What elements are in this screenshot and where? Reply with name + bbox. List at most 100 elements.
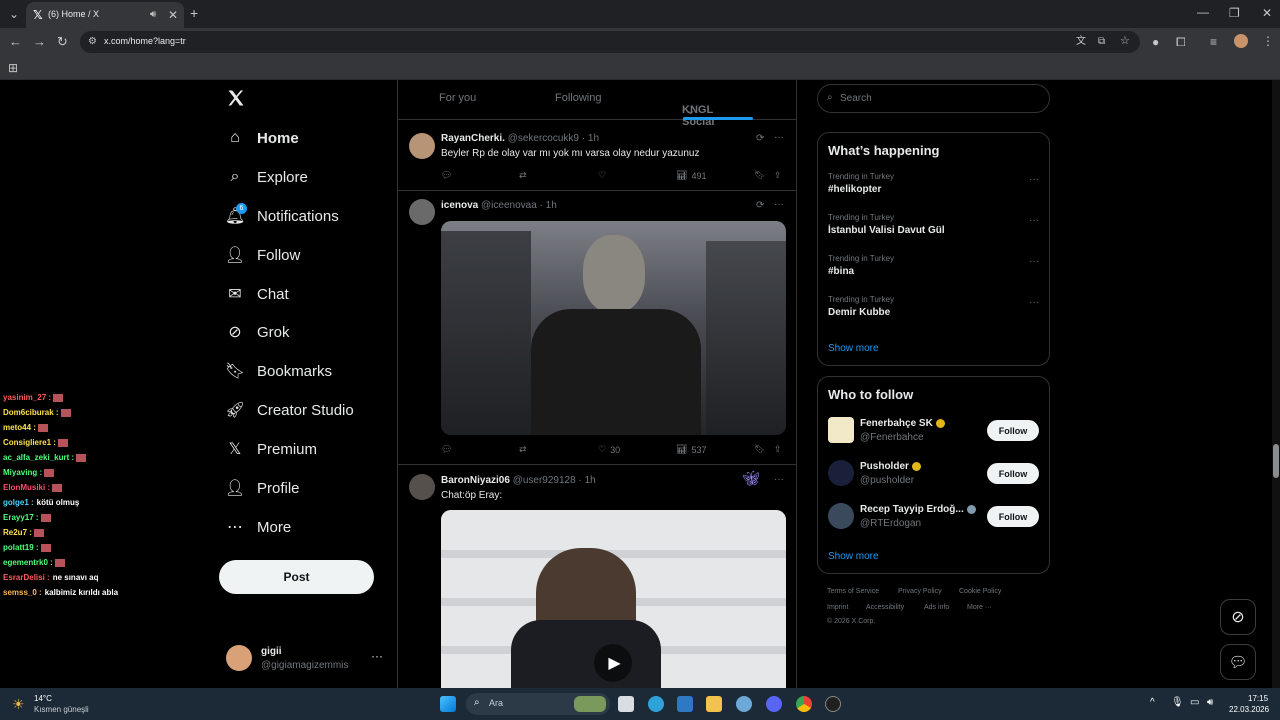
clock-time[interactable]: 17:15: [1248, 694, 1268, 703]
bookmark-icon[interactable]: 🔖︎: [754, 444, 765, 455]
weather-desc[interactable]: Kısmen güneşli: [34, 705, 89, 714]
tweet-author-name[interactable]: RayanCherki.: [441, 133, 505, 144]
tweet-image[interactable]: [441, 221, 786, 435]
bookmark-icon[interactable]: 🔖︎: [754, 170, 765, 181]
weather-temp[interactable]: 14°C: [34, 694, 52, 703]
clock-date[interactable]: 22.03.2026: [1229, 705, 1269, 714]
nav-item-premium[interactable]: 𝕏 Premium: [226, 434, 317, 464]
play-button[interactable]: ▶: [594, 644, 632, 682]
tweet-author-name[interactable]: BaronNiyazi06: [441, 475, 510, 486]
url-field[interactable]: ⚙ x.com/home?lang=tr 文 ⧉ ☆: [80, 31, 1140, 53]
tweet-time[interactable]: 1h: [588, 133, 599, 144]
account-more-icon[interactable]: ···: [371, 649, 383, 663]
nav-item-profile[interactable]: 👤︎ Profile: [225, 473, 300, 503]
trend-name[interactable]: #bina: [828, 266, 854, 277]
minimize-icon[interactable]: —: [1197, 6, 1209, 18]
reply-icon[interactable]: 💬︎: [441, 444, 452, 455]
footer-link[interactable]: Ads info: [924, 604, 949, 611]
forward-icon[interactable]: →: [33, 35, 46, 48]
like-icon[interactable]: ♡: [598, 170, 606, 181]
volume-icon[interactable]: 🔊︎: [1207, 697, 1213, 708]
discord-icon[interactable]: [766, 696, 782, 712]
nav-item-notifications[interactable]: 🔔︎ 6 Notifications: [225, 201, 339, 231]
footer-link[interactable]: Imprint: [827, 604, 848, 611]
tray-chevron-icon[interactable]: ^: [1150, 697, 1155, 708]
views-stat[interactable]: 📊︎ 491: [676, 170, 706, 181]
like-stat[interactable]: ♡ 30: [598, 444, 620, 455]
trend-more-icon[interactable]: ···: [1029, 215, 1039, 226]
nav-item-home[interactable]: ⌂ Home: [226, 123, 299, 153]
install-icon[interactable]: ⧉: [1098, 36, 1105, 48]
tweet[interactable]: RayanCherki. @sekercocukk9 · 1h ⟳ ··· Be…: [398, 126, 796, 190]
wifi-icon[interactable]: ▭: [1190, 697, 1199, 708]
tweet[interactable]: BaronNiyazi06 @user929128 · 1h 🦋︎ ··· Ch…: [398, 465, 796, 688]
follow-button[interactable]: Follow: [987, 420, 1039, 441]
account-switcher[interactable]: gigii @gigiamagizemmis ···: [226, 644, 386, 674]
trend-more-icon[interactable]: ···: [1029, 297, 1039, 308]
speaker-icon[interactable]: 🔊︎: [150, 9, 156, 21]
reload-icon[interactable]: ↻: [57, 35, 68, 48]
trend-name[interactable]: İstanbul Valisi Davut Gül: [828, 225, 945, 236]
page-scrollbar[interactable]: [1272, 80, 1280, 688]
follow-name-row[interactable]: Fenerbahçe SK: [860, 418, 945, 429]
nav-item-follow[interactable]: 👤︎ Follow: [225, 240, 301, 270]
trend-name[interactable]: Demir Kubbe: [828, 307, 890, 318]
tweet-author-handle[interactable]: @iceenovaa: [481, 200, 537, 211]
grok-float-button[interactable]: ⊘: [1220, 599, 1256, 635]
trend-name[interactable]: #helikopter: [828, 184, 881, 195]
mic-icon[interactable]: 🎙︎: [1171, 697, 1184, 708]
tweet-avatar[interactable]: [409, 133, 435, 159]
tweet-avatar[interactable]: [409, 199, 435, 225]
follow-handle[interactable]: @Fenerbahce: [860, 432, 924, 443]
trend-more-icon[interactable]: ···: [1029, 174, 1039, 185]
nav-item-chat[interactable]: ✉ Chat: [226, 279, 288, 309]
follow-name-row[interactable]: Recep Tayyip Erdoğ...: [860, 504, 976, 515]
start-icon[interactable]: [440, 696, 456, 712]
edge-icon[interactable]: [648, 696, 664, 712]
app-dark-icon[interactable]: [825, 696, 841, 712]
nav-item-creator-studio[interactable]: 🚀︎ Creator Studio: [225, 395, 354, 425]
tab-search-icon[interactable]: ⌄: [9, 8, 19, 20]
follow-button[interactable]: Follow: [987, 463, 1039, 484]
apps-grid-icon[interactable]: ⊞: [8, 62, 18, 74]
nav-item-bookmarks[interactable]: 🔖︎ Bookmarks: [225, 356, 332, 386]
back-icon[interactable]: ←: [9, 35, 22, 48]
follow-avatar[interactable]: [828, 503, 854, 529]
browser-tab[interactable]: 𝕏 (6) Home / X 🔊︎ ✕: [26, 2, 184, 28]
footer-link[interactable]: More ···: [967, 604, 992, 611]
puzzle-icon[interactable]: ⧠: [1176, 36, 1186, 48]
footer-link[interactable]: Cookie Policy: [959, 588, 1001, 595]
trends-show-more[interactable]: Show more: [828, 343, 879, 354]
post-button[interactable]: Post: [219, 560, 374, 594]
follow-button[interactable]: Follow: [987, 506, 1039, 527]
site-info-icon[interactable]: ⚙: [88, 36, 97, 48]
weather-icon[interactable]: ☀: [12, 696, 25, 713]
retweet-icon[interactable]: ⇄: [519, 444, 527, 455]
tab-for-you[interactable]: For you: [439, 92, 476, 104]
tweet-author-handle[interactable]: @sekercocukk9: [508, 133, 579, 144]
nav-item-grok[interactable]: ⊘ Grok: [226, 317, 289, 347]
app-gear-icon[interactable]: [736, 696, 752, 712]
views-stat[interactable]: 📊︎ 537: [676, 444, 706, 455]
footer-link[interactable]: Privacy Policy: [898, 588, 942, 595]
profile-avatar[interactable]: [1234, 34, 1248, 48]
scrollbar-thumb[interactable]: [1273, 444, 1279, 478]
follow-name-row[interactable]: Pusholder: [860, 461, 921, 472]
reply-icon[interactable]: 💬︎: [441, 170, 452, 181]
x-logo-icon[interactable]: [226, 88, 246, 108]
tweet-author-handle[interactable]: @user929128: [513, 475, 576, 486]
grok-icon[interactable]: ⟳: [756, 133, 764, 144]
footer-link[interactable]: Terms of Service: [827, 588, 879, 595]
tweet-time[interactable]: 1h: [546, 200, 557, 211]
share-icon[interactable]: ⇪: [774, 170, 782, 181]
tweet-video[interactable]: ▶: [441, 510, 786, 688]
explorer-icon[interactable]: [706, 696, 722, 712]
extension-icon[interactable]: ●: [1152, 36, 1159, 48]
chrome-icon[interactable]: [796, 696, 812, 712]
search-box[interactable]: ⌕ Search: [817, 84, 1050, 113]
follow-show-more[interactable]: Show more: [828, 551, 879, 562]
task-view-icon[interactable]: [618, 696, 634, 712]
tweet-more-icon[interactable]: ···: [774, 199, 784, 210]
store-icon[interactable]: [677, 696, 693, 712]
bookmark-star-icon[interactable]: ☆: [1120, 35, 1130, 47]
